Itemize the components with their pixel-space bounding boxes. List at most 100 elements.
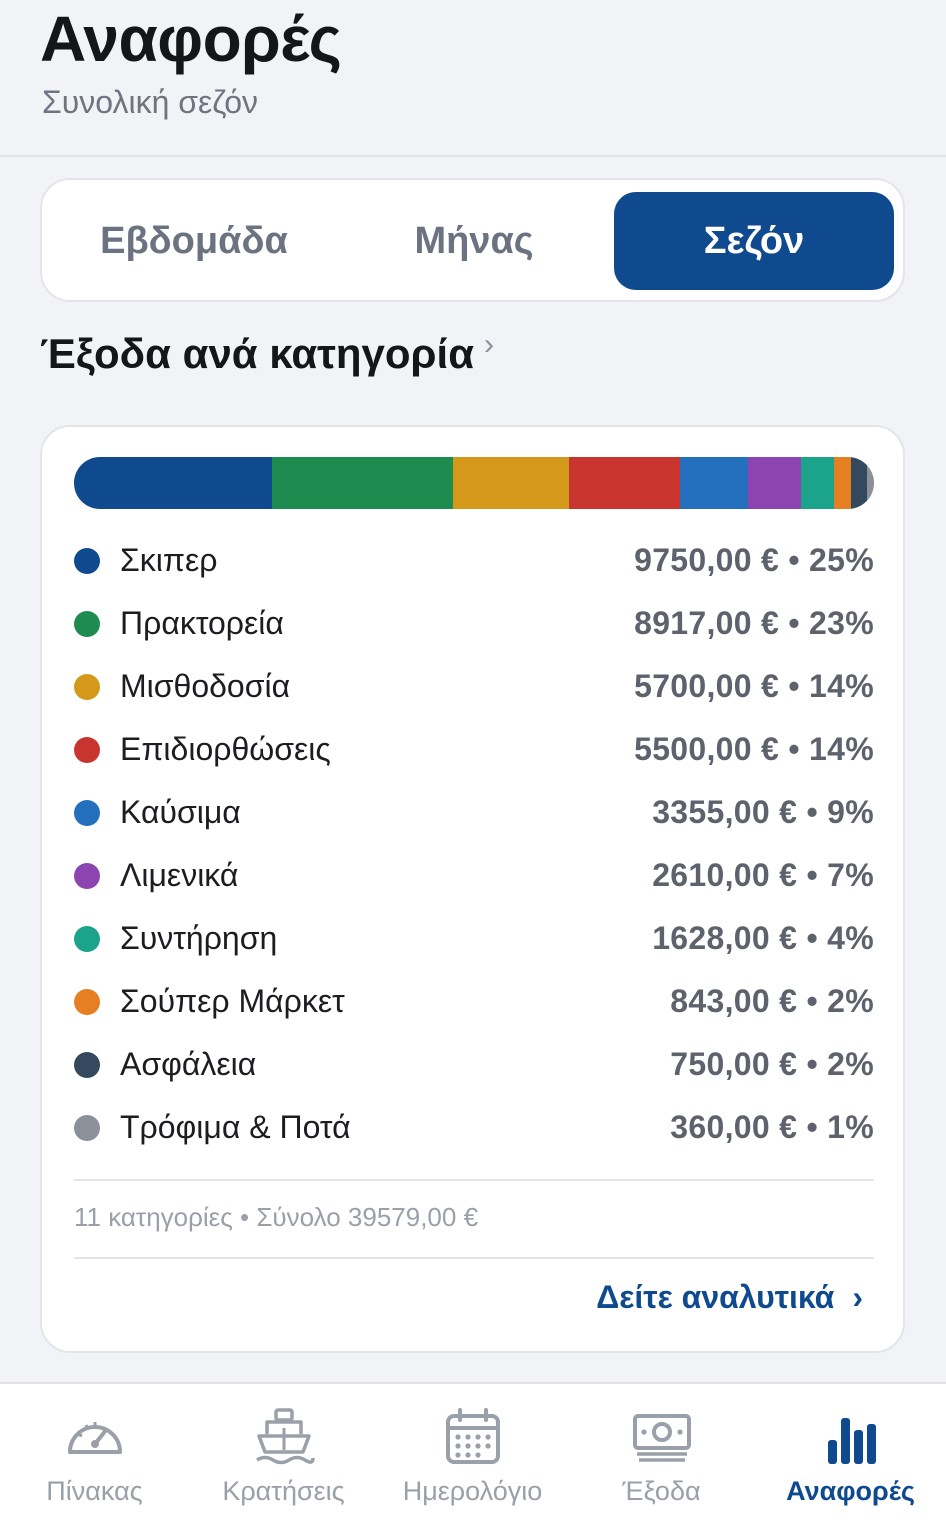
category-row: Λιμενικά 2610,00 € • 7% <box>74 844 874 907</box>
category-percent: 25% <box>809 542 874 578</box>
segment-season[interactable]: Σεζόν <box>614 192 894 290</box>
category-label-group: Ασφάλεια <box>74 1046 256 1083</box>
category-label-group: Επιδιορθώσεις <box>74 731 331 768</box>
category-percent: 14% <box>809 731 874 767</box>
segment-month[interactable]: Μήνας <box>334 192 614 290</box>
category-percent: 9% <box>827 794 874 830</box>
legend-dot <box>74 862 100 889</box>
category-label-group: Καύσιμα <box>74 794 241 831</box>
category-amount: 3355,00 € <box>652 794 798 830</box>
category-percent: 4% <box>827 920 874 956</box>
legend-dot <box>74 547 100 574</box>
category-amount: 360,00 € <box>670 1109 798 1145</box>
category-percent: 14% <box>809 668 874 704</box>
category-row: Σούπερ Μάρκετ 843,00 € • 2% <box>74 970 874 1033</box>
category-percent: 2% <box>827 1046 874 1082</box>
category-label-group: Πρακτορεία <box>74 605 284 642</box>
page-header: Αναφορές Συνολική σεζόν <box>0 0 946 157</box>
legend-dot <box>74 1051 100 1078</box>
category-label-group: Σούπερ Μάρκετ <box>74 983 345 1020</box>
category-label-group: Τρόφιμα & Ποτά <box>74 1109 351 1146</box>
bar-segment <box>834 457 852 509</box>
category-value: 750,00 € • 2% <box>670 1046 874 1082</box>
bar-segment <box>866 457 874 509</box>
gauge-icon <box>67 1422 122 1454</box>
bar-chart-icon <box>827 1418 876 1464</box>
category-amount: 8917,00 € <box>634 605 780 641</box>
legend-dot <box>74 988 100 1015</box>
bottom-tab-bar: Πίνακας Κρατήσεις Ημερολόγιο Έξοδα Αναφο… <box>0 1382 946 1533</box>
category-name: Πρακτορεία <box>120 605 284 641</box>
category-label-group: Μισθοδοσία <box>74 668 290 705</box>
bar-segment <box>452 457 569 509</box>
category-name: Λιμενικά <box>120 857 239 893</box>
category-name: Μισθοδοσία <box>120 668 291 704</box>
category-name: Καύσιμα <box>120 794 241 830</box>
legend-dot <box>74 799 100 826</box>
legend-dot <box>74 736 100 763</box>
category-value: 843,00 € • 2% <box>670 983 874 1019</box>
segment-week[interactable]: Εβδομάδα <box>54 192 334 290</box>
category-breakdown-card: Σκιπερ 9750,00 € • 25% Πρακτορεία 8917,00 €… <box>40 425 905 1353</box>
bar-segment <box>851 457 867 509</box>
period-segmented-control: Εβδομάδα Μήνας Σεζόν <box>40 178 905 302</box>
expenses-by-category-heading[interactable]: Έξοδα ανά κατηγορία › <box>40 328 494 378</box>
category-value: 8917,00 € • 23% <box>634 605 874 641</box>
category-value: 1628,00 € • 4% <box>652 920 874 956</box>
category-value: 9750,00 € • 25% <box>634 542 874 578</box>
stacked-bar-chart <box>74 457 874 509</box>
category-percent: 23% <box>809 605 874 641</box>
calendar-icon <box>445 1408 500 1464</box>
category-amount: 1628,00 € <box>652 920 798 956</box>
legend-dot <box>74 673 100 700</box>
tab-label: Αναφορές <box>786 1476 915 1506</box>
tab-label: Έξοδα <box>622 1476 701 1506</box>
chevron-right-icon: › <box>852 1279 863 1315</box>
category-value: 3355,00 € • 9% <box>652 794 874 830</box>
category-name: Συντήρηση <box>120 920 278 956</box>
category-value: 360,00 € • 1% <box>670 1109 874 1145</box>
bar-segment <box>801 457 835 509</box>
tab-label: Πίνακας <box>46 1476 143 1506</box>
category-amount: 5700,00 € <box>634 668 780 704</box>
page-title: Αναφορές <box>40 3 342 75</box>
tab-expenses[interactable]: Έξοδα <box>567 1404 756 1524</box>
category-row: Σκιπερ 9750,00 € • 25% <box>74 529 874 592</box>
view-details-link[interactable]: Δείτε αναλυτικά › <box>596 1279 863 1316</box>
category-amount: 843,00 € <box>670 983 798 1019</box>
category-list: Σκιπερ 9750,00 € • 25% Πρακτορεία 8917,00 €… <box>74 529 874 1159</box>
category-value: 5700,00 € • 14% <box>634 668 874 704</box>
category-percent: 7% <box>827 857 874 893</box>
tab-calendar[interactable]: Ημερολόγιο <box>378 1404 567 1524</box>
category-row: Πρακτορεία 8917,00 € • 23% <box>74 592 874 655</box>
category-label-group: Λιμενικά <box>74 857 238 894</box>
category-percent: 2% <box>827 983 874 1019</box>
bar-segment <box>680 457 749 509</box>
tab-label: Ημερολόγιο <box>402 1476 543 1506</box>
category-row: Ασφάλεια 750,00 € • 2% <box>74 1033 874 1096</box>
tab-dashboard[interactable]: Πίνακας <box>0 1404 189 1524</box>
category-row: Μισθοδοσία 5700,00 € • 14% <box>74 655 874 718</box>
category-row: Συντήρηση 1628,00 € • 4% <box>74 907 874 970</box>
tab-reports[interactable]: Αναφορές <box>756 1404 945 1524</box>
category-label-group: Σκιπερ <box>74 542 217 579</box>
banknote-icon <box>632 1414 691 1462</box>
view-details-label: Δείτε αναλυτικά <box>596 1279 835 1315</box>
category-row: Καύσιμα 3355,00 € • 9% <box>74 781 874 844</box>
legend-dot <box>74 610 100 637</box>
boat-icon <box>255 1408 315 1465</box>
category-amount: 9750,00 € <box>634 542 780 578</box>
divider <box>74 1257 874 1259</box>
category-name: Τρόφιμα & Ποτά <box>120 1109 351 1145</box>
category-name: Σούπερ Μάρκετ <box>120 983 345 1019</box>
category-value: 5500,00 € • 14% <box>634 731 874 767</box>
category-percent: 1% <box>827 1109 874 1145</box>
category-value: 2610,00 € • 7% <box>652 857 874 893</box>
category-summary: 11 κατηγορίες • Σύνολο 39579,00 € <box>74 1202 479 1232</box>
category-name: Ασφάλεια <box>120 1046 257 1082</box>
page-subtitle: Συνολική σεζόν <box>42 84 259 120</box>
tab-bookings[interactable]: Κρατήσεις <box>189 1404 378 1524</box>
bar-segment <box>568 457 681 509</box>
legend-dot <box>74 925 100 952</box>
category-row: Επιδιορθώσεις 5500,00 € • 14% <box>74 718 874 781</box>
